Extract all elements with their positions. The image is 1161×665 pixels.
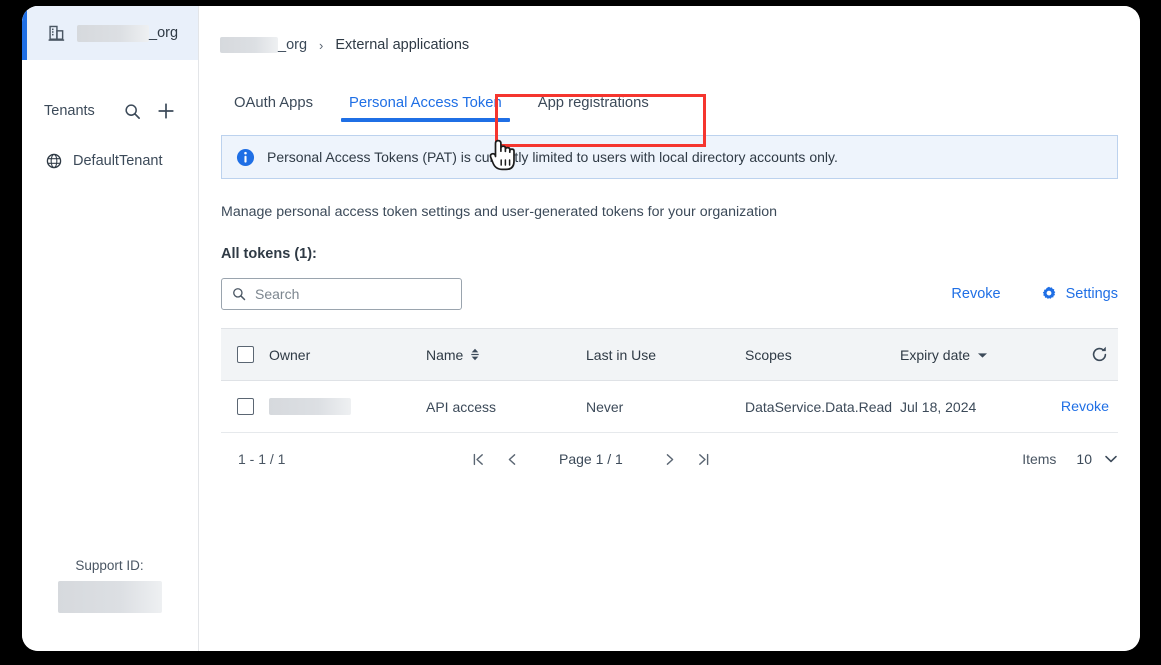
- breadcrumb: _org › External applications: [199, 26, 1140, 64]
- redacted-breadcrumb-org: [220, 37, 278, 53]
- settings-label: Settings: [1065, 286, 1118, 302]
- search-input[interactable]: [255, 286, 451, 302]
- row-checkbox[interactable]: [236, 398, 254, 415]
- column-header-expiry-date[interactable]: Expiry date: [900, 347, 1052, 363]
- globe-icon: [46, 153, 62, 169]
- redacted-owner-value: [269, 398, 351, 415]
- search-icon: [124, 103, 140, 119]
- tab-app-registrations[interactable]: App registrations: [520, 95, 667, 122]
- items-per-page-value: 10: [1076, 451, 1092, 467]
- prev-page-button[interactable]: [495, 444, 529, 474]
- tenants-search-button[interactable]: [120, 99, 144, 123]
- column-header-owner[interactable]: Owner: [269, 347, 426, 363]
- support-id-block: Support ID:: [22, 558, 197, 613]
- last-page-button[interactable]: [687, 444, 721, 474]
- last-page-icon: [699, 453, 709, 465]
- pagination-range: 1 - 1 / 1: [238, 451, 286, 467]
- application-window: _org Tenants DefaultTenant Support ID: _…: [22, 6, 1140, 651]
- row-checkbox-cell[interactable]: [221, 398, 269, 415]
- tenants-header: Tenants: [22, 87, 198, 135]
- breadcrumb-org[interactable]: _org: [220, 37, 307, 53]
- caret-down-icon: [978, 352, 988, 358]
- settings-button[interactable]: Settings: [1041, 286, 1118, 302]
- breadcrumb-current: External applications: [335, 37, 470, 53]
- cell-actions: Revoke: [1052, 399, 1118, 415]
- refresh-icon[interactable]: [1090, 345, 1109, 364]
- prev-page-icon: [508, 453, 515, 465]
- table-row[interactable]: API access Never DataService.Data.Read J…: [221, 381, 1118, 433]
- cell-name: API access: [426, 398, 497, 415]
- row-revoke-button[interactable]: Revoke: [1061, 399, 1109, 415]
- page-description: Manage personal access token settings an…: [221, 204, 778, 220]
- tokens-table: Owner Name Last in Use Scopes Expiry dat…: [221, 328, 1118, 433]
- column-header-name[interactable]: Name: [426, 347, 586, 363]
- tab-oauth-apps[interactable]: OAuth Apps: [216, 95, 331, 122]
- breadcrumb-separator-icon: ›: [319, 37, 324, 53]
- cell-expiry-date: Jul 18, 2024: [900, 398, 977, 415]
- tab-personal-access-token[interactable]: Personal Access Token: [331, 95, 520, 122]
- pagination: 1 - 1 / 1 Page 1 / 1 Items 10: [221, 433, 1118, 485]
- organization-building-icon: [48, 25, 65, 41]
- first-page-icon: [473, 453, 483, 465]
- pagination-nav: Page 1 / 1: [461, 444, 721, 474]
- cell-last-in-use: Never: [586, 398, 624, 415]
- breadcrumb-org-suffix: _org: [278, 37, 308, 53]
- redacted-support-id: [57, 581, 162, 613]
- main-content: _org › External applications OAuth Apps …: [199, 6, 1140, 651]
- support-id-label: Support ID:: [75, 558, 144, 573]
- refresh-cell[interactable]: [1052, 345, 1118, 364]
- sort-updown-icon: [471, 348, 480, 361]
- column-header-scopes[interactable]: Scopes: [745, 347, 900, 363]
- table-header-row: Owner Name Last in Use Scopes Expiry dat…: [221, 329, 1118, 381]
- cell-owner: [269, 398, 426, 415]
- gear-icon: [1042, 286, 1055, 299]
- items-per-page-select[interactable]: 10: [1076, 451, 1118, 467]
- tab-bar: OAuth Apps Personal Access Token App reg…: [199, 78, 1140, 122]
- pagination-page-label: Page 1 / 1: [559, 451, 623, 467]
- next-page-button[interactable]: [653, 444, 687, 474]
- select-all-checkbox[interactable]: [236, 346, 254, 363]
- search-icon: [233, 288, 246, 301]
- sidebar-item-defaulttenant[interactable]: DefaultTenant: [22, 143, 198, 179]
- org-name-suffix: _org: [149, 25, 179, 41]
- sidebar-org-selector[interactable]: _org: [22, 6, 198, 60]
- info-icon: [236, 148, 255, 166]
- redacted-org-name: [77, 24, 149, 42]
- table-toolbar: Revoke Settings: [221, 278, 1118, 310]
- sidebar-item-label: DefaultTenant: [73, 153, 163, 169]
- section-title: All tokens (1):: [221, 246, 317, 262]
- add-tenant-button[interactable]: [154, 99, 178, 123]
- plus-icon: [158, 103, 174, 119]
- search-box[interactable]: [221, 278, 462, 310]
- column-header-expiry-label: Expiry date: [900, 346, 971, 363]
- items-per-page-label: Items: [1022, 451, 1057, 467]
- revoke-bulk-button[interactable]: Revoke: [951, 286, 1000, 302]
- sidebar-org-name: _org: [77, 24, 179, 42]
- next-page-icon: [667, 453, 674, 465]
- chevron-down-icon: [1105, 455, 1117, 463]
- info-banner: Personal Access Tokens (PAT) is currentl…: [221, 135, 1118, 179]
- sidebar: _org Tenants DefaultTenant Support ID:: [22, 6, 199, 651]
- info-banner-text: Personal Access Tokens (PAT) is currentl…: [267, 149, 838, 165]
- cell-scopes: DataService.Data.Read: [745, 398, 893, 415]
- column-header-last-in-use[interactable]: Last in Use: [586, 347, 745, 363]
- first-page-button[interactable]: [461, 444, 495, 474]
- select-all-checkbox-cell[interactable]: [221, 346, 269, 363]
- tenants-label: Tenants: [44, 103, 95, 119]
- column-header-name-label: Name: [426, 346, 464, 363]
